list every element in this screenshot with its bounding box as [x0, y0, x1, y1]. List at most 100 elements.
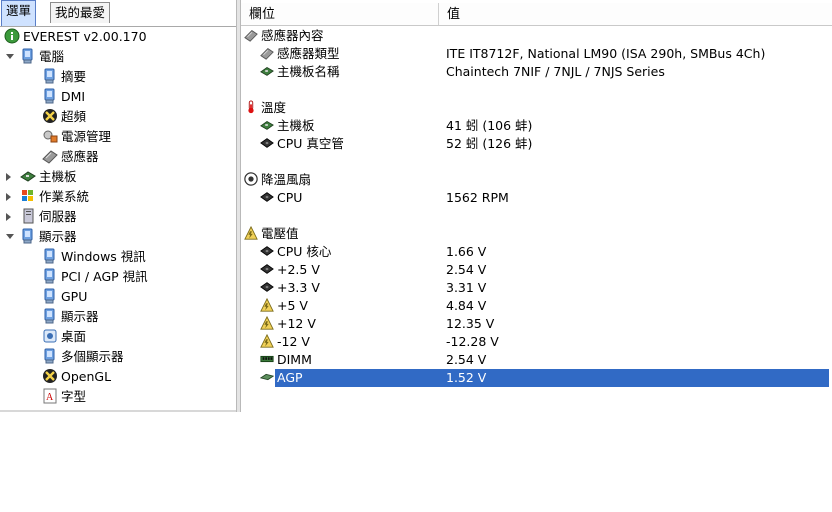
fan-icon [244, 172, 258, 186]
agp-icon [259, 370, 275, 384]
detail-row[interactable]: +2.5 V 2.54 V [241, 261, 832, 279]
collapse-toggle[interactable] [6, 54, 14, 59]
computer-icon [20, 228, 36, 244]
value-cell: Chaintech 7NIF / 7NJL / 7NJS Series [446, 64, 665, 79]
field-cell: +2.5 V [260, 261, 320, 279]
field-cell: CPU 真空管 [260, 135, 344, 153]
sensor-icon [260, 46, 274, 60]
tree-item[interactable]: 電源管理 [42, 127, 111, 147]
computer-icon [42, 88, 58, 104]
value-cell: 1562 RPM [446, 190, 509, 205]
detail-row[interactable]: +12 V 12.35 V [241, 315, 832, 333]
field-cell: 感應器類型 [260, 45, 340, 63]
tab-favorites[interactable]: 我的最愛 [50, 2, 111, 23]
info-icon [4, 28, 20, 44]
field-cell: 電壓值 [244, 225, 299, 243]
thermometer-icon [244, 100, 258, 114]
detail-row[interactable]: CPU 真空管 52 蚓 (126 蚌) [241, 135, 832, 153]
value-cell: 52 蚓 (126 蚌) [446, 136, 533, 151]
tree-item[interactable]: 感應器 [42, 147, 99, 167]
tree-item[interactable]: Windows 視訊 [42, 247, 146, 267]
tree-item[interactable]: 作業系統 [6, 187, 89, 207]
expand-toggle[interactable] [6, 173, 11, 181]
tree-item-label: 主機板 [39, 169, 77, 184]
panel-tabs: 選單 我的最愛 [0, 0, 236, 27]
detail-row[interactable]: AGP 1.52 V [241, 368, 832, 388]
tree-item-label: 字型 [61, 389, 87, 404]
field-label: +5 V [277, 298, 308, 313]
tree-item[interactable]: 顯示器 [6, 227, 77, 247]
detail-row[interactable]: CPU 核心 1.66 V [241, 243, 832, 261]
chip-icon [260, 244, 274, 258]
column-header-value[interactable]: 值 [439, 3, 832, 25]
value-cell: 4.84 V [446, 298, 487, 313]
tree-item-label: PCI / AGP 視訊 [61, 269, 148, 284]
tree-item[interactable]: 多個顯示器 [42, 347, 124, 367]
field-label: -12 V [277, 334, 310, 349]
computer-icon [42, 288, 58, 304]
tree-item[interactable]: EVEREST v2.00.170 [4, 27, 147, 47]
chip-icon [260, 280, 274, 294]
detail-row[interactable]: -12 V -12.28 V [241, 333, 832, 351]
group-header[interactable]: 溫度 [241, 99, 832, 117]
field-label: +3.3 V [277, 280, 320, 295]
collapse-toggle[interactable] [6, 234, 14, 239]
voltage-icon [260, 315, 274, 330]
group-header[interactable]: 電壓值 [241, 225, 832, 243]
column-header-field[interactable]: 欄位 [241, 3, 439, 25]
tree-item-label: 顯示器 [39, 229, 77, 244]
motherboard-icon [260, 118, 274, 132]
value-cell: 2.54 V [446, 262, 487, 277]
expand-toggle[interactable] [6, 213, 11, 221]
detail-row[interactable]: +3.3 V 3.31 V [241, 279, 832, 297]
field-label: 感應器內容 [261, 28, 324, 43]
field-cell: 感應器內容 [244, 27, 324, 45]
tree-item[interactable]: 顯示器 [42, 307, 99, 327]
group-header[interactable]: 降溫風扇 [241, 171, 832, 189]
tree-item-label: 感應器 [61, 149, 99, 164]
field-cell: 主機板名稱 [260, 63, 340, 81]
desktop-icon [42, 328, 58, 344]
xbox-icon [42, 368, 58, 384]
field-label: CPU [277, 190, 303, 205]
tree-item-label: 伺服器 [39, 209, 77, 224]
detail-row[interactable]: 主機板名稱 Chaintech 7NIF / 7NJL / 7NJS Series [241, 63, 832, 81]
dimm-icon [260, 352, 274, 366]
detail-row[interactable]: DIMM 2.54 V [241, 351, 832, 369]
expand-toggle[interactable] [6, 193, 11, 201]
voltage-icon [244, 225, 258, 240]
power-icon [42, 128, 58, 144]
field-label: 感應器類型 [277, 46, 340, 61]
value-cell: 1.66 V [446, 244, 487, 259]
group-header[interactable]: 感應器內容 [241, 27, 832, 45]
details-panel: 欄位 值 感應器內容感應器類型 ITE IT8712F, National LM9… [241, 0, 832, 412]
field-cell: +3.3 V [260, 279, 320, 297]
tree-item[interactable]: 伺服器 [6, 207, 77, 227]
tree-item[interactable]: 超頻 [42, 107, 86, 127]
detail-row[interactable]: 主機板 41 蚓 (106 蚌) [241, 117, 832, 135]
tree-horizontal-scrollbar[interactable] [0, 410, 236, 412]
field-label: 主機板 [277, 118, 315, 133]
tree-item[interactable]: OpenGL [42, 367, 111, 387]
tree-item[interactable]: 電腦 [6, 47, 64, 67]
tab-menu[interactable]: 選單 [1, 0, 37, 26]
tree-item[interactable]: PCI / AGP 視訊 [42, 267, 148, 287]
tree-item[interactable]: 摘要 [42, 67, 86, 87]
detail-row[interactable]: CPU 1562 RPM [241, 189, 832, 207]
tree-item[interactable]: A 字型 [42, 387, 86, 407]
field-label: 電壓值 [261, 226, 299, 241]
computer-icon [42, 308, 58, 324]
tree-item[interactable]: DMI [42, 87, 85, 107]
field-label: AGP [277, 370, 303, 385]
tree-item-label: Windows 視訊 [61, 249, 146, 264]
field-label: +12 V [277, 316, 316, 331]
tree-item-label: 電腦 [39, 49, 65, 64]
detail-row[interactable]: +5 V 4.84 V [241, 297, 832, 315]
detail-row[interactable]: 感應器類型 ITE IT8712F, National LM90 (ISA 290… [241, 45, 832, 63]
field-cell: 主機板 [260, 117, 315, 135]
tree-item[interactable]: 桌面 [42, 327, 86, 347]
tree-item[interactable]: GPU [42, 287, 87, 307]
tree-item[interactable]: 主機板 [6, 167, 77, 187]
value-cell: 3.31 V [446, 280, 487, 295]
tree-item-label: 作業系統 [39, 189, 90, 204]
